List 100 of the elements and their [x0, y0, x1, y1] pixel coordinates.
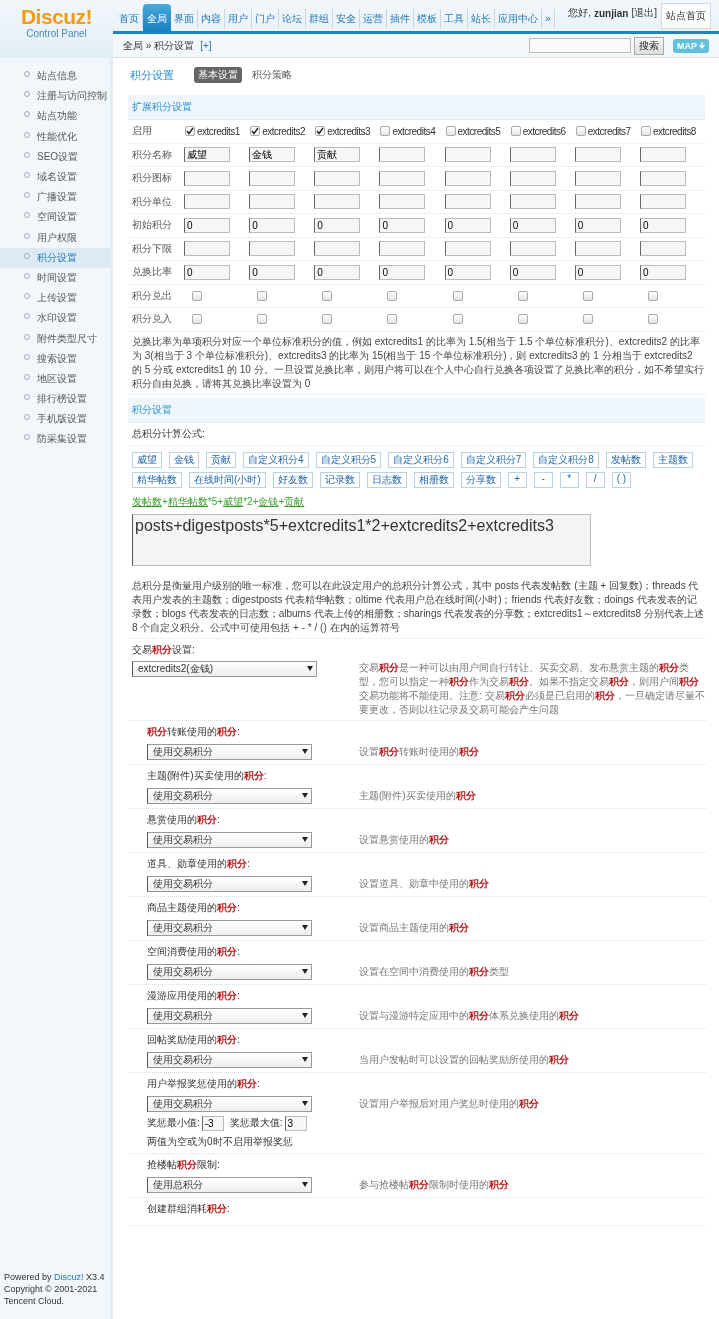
formula-link[interactable]: 金钱 — [258, 495, 279, 507]
checkbox[interactable] — [192, 290, 202, 301]
formula-token-button[interactable]: 好友数 — [272, 471, 313, 488]
nav-tab[interactable]: 应用中心 — [495, 9, 542, 28]
formula-token-button[interactable]: 贡献 — [206, 451, 236, 468]
input-field[interactable] — [639, 194, 686, 210]
checkbox[interactable] — [387, 314, 398, 325]
nav-tab[interactable]: 工具 — [441, 9, 468, 28]
input-field[interactable] — [574, 170, 621, 186]
sidebar-item[interactable]: 积分设置 — [0, 247, 110, 268]
dropdown[interactable]: 使用交易积分 — [147, 743, 312, 760]
input-field[interactable]: 3 — [284, 1115, 307, 1131]
input-field[interactable]: 0 — [379, 217, 426, 233]
nav-tab[interactable]: 运营 — [360, 9, 387, 28]
input-field[interactable] — [379, 170, 426, 186]
checkbox[interactable] — [250, 126, 261, 137]
input-field[interactable] — [249, 194, 296, 210]
dropdown[interactable]: 使用交易积分 — [147, 963, 312, 980]
checkbox[interactable] — [517, 290, 528, 301]
nav-tab[interactable]: 站长 — [468, 9, 495, 28]
input-field[interactable]: -3 — [201, 1115, 224, 1131]
nav-tab[interactable]: 用户 — [225, 9, 252, 28]
checkbox[interactable] — [387, 290, 398, 301]
dropdown[interactable]: 使用交易积分 — [147, 875, 312, 892]
search-field[interactable] — [529, 38, 631, 53]
formula-token-button[interactable]: 分享数 — [460, 471, 501, 488]
formula-token-button[interactable]: * — [559, 471, 579, 488]
sidebar-item[interactable]: 用户权限 — [0, 227, 110, 248]
input-field[interactable]: 0 — [314, 264, 361, 280]
input-field[interactable] — [379, 147, 426, 163]
dropdown[interactable]: 使用交易积分 — [147, 1051, 312, 1068]
input-field[interactable] — [184, 241, 230, 257]
input-field[interactable] — [639, 241, 686, 257]
checkbox[interactable] — [517, 314, 528, 325]
sidebar-item[interactable]: 站点信息 — [0, 66, 110, 87]
discuz-link[interactable]: Discuz! — [54, 1272, 84, 1282]
input-field[interactable]: 0 — [314, 217, 361, 233]
input-field[interactable]: 威望 — [184, 147, 230, 163]
sidebar-item[interactable]: 手机版设置 — [0, 409, 110, 430]
checkbox[interactable] — [640, 126, 651, 137]
input-field[interactable]: 0 — [379, 264, 426, 280]
input-field[interactable]: 0 — [184, 264, 230, 280]
site-home-button[interactable]: 站点首页 — [661, 3, 711, 29]
dropdown[interactable]: 使用交易积分 — [147, 831, 312, 848]
input-field[interactable] — [184, 194, 230, 210]
checkbox[interactable] — [445, 126, 456, 137]
checkbox[interactable] — [380, 126, 391, 137]
formula-token-button[interactable]: 自定义积分5 — [315, 451, 382, 468]
sidebar-item[interactable]: 时间设置 — [0, 267, 110, 289]
formula-token-button[interactable]: + — [507, 471, 527, 488]
nav-tab[interactable]: 内容 — [198, 9, 225, 28]
tab[interactable]: 积分策略 — [248, 67, 296, 83]
input-field[interactable] — [249, 170, 296, 186]
dropdown[interactable]: 使用交易积分 — [147, 1095, 312, 1112]
checkbox[interactable] — [582, 290, 593, 301]
input-field[interactable] — [509, 170, 556, 186]
formula-token-button[interactable]: 在线时间(小时) — [189, 471, 266, 488]
sidebar-item[interactable]: 上传设置 — [0, 288, 110, 309]
formula-token-button[interactable]: 金钱 — [169, 451, 199, 468]
input-field[interactable] — [574, 147, 621, 163]
search-button[interactable]: 搜索 — [634, 36, 664, 55]
input-field[interactable]: 0 — [249, 264, 296, 280]
nav-tab[interactable]: 门户 — [252, 9, 279, 28]
input-field[interactable]: 0 — [639, 217, 686, 233]
input-field[interactable] — [444, 170, 491, 186]
sidebar-item[interactable]: SEO设置 — [0, 146, 110, 167]
checkbox[interactable] — [322, 314, 333, 325]
nav-tab[interactable]: 界面 — [171, 9, 198, 28]
input-field[interactable] — [509, 194, 556, 210]
checkbox[interactable] — [257, 290, 268, 301]
input-field[interactable] — [444, 241, 491, 257]
add-shortcut-link[interactable]: [+] — [200, 40, 212, 51]
dropdown[interactable]: 使用交易积分 — [147, 1007, 312, 1024]
dropdown[interactable]: 使用交易积分 — [147, 787, 312, 804]
checkbox[interactable] — [575, 126, 586, 137]
sidebar-item[interactable]: 性能优化 — [0, 126, 110, 147]
dropdown[interactable]: extcredits2(金钱) — [132, 660, 317, 677]
formula-link[interactable]: 威望 — [223, 495, 244, 507]
nav-tab[interactable]: 安全 — [333, 9, 360, 28]
formula-token-button[interactable]: 自定义积分6 — [388, 451, 454, 468]
checkbox[interactable] — [452, 290, 463, 301]
formula-token-button[interactable]: 主题数 — [652, 451, 693, 468]
formula-token-button[interactable]: 自定义积分8 — [533, 451, 599, 468]
tab[interactable]: 基本设置 — [194, 67, 242, 83]
input-field[interactable]: 0 — [639, 264, 686, 280]
input-field[interactable]: 0 — [509, 264, 556, 280]
sidebar-item[interactable]: 水印设置 — [0, 308, 110, 329]
sidebar-item[interactable]: 防采集设置 — [0, 429, 110, 450]
checkbox[interactable] — [582, 314, 593, 325]
formula-token-button[interactable]: ( ) — [611, 471, 632, 488]
nav-tab[interactable]: 模板 — [414, 9, 441, 28]
formula-token-button[interactable]: 发帖数 — [605, 451, 646, 468]
sidebar-item[interactable]: 站点功能 — [0, 106, 110, 127]
checkbox[interactable] — [257, 314, 268, 325]
checkbox[interactable] — [510, 126, 521, 137]
formula-token-button[interactable]: 自定义积分7 — [460, 451, 527, 468]
formula-token-button[interactable]: - — [533, 471, 553, 488]
formula-token-button[interactable]: 自定义积分4 — [243, 451, 309, 468]
sidebar-item[interactable]: 排行榜设置 — [0, 389, 110, 410]
input-field[interactable]: 0 — [444, 264, 491, 280]
